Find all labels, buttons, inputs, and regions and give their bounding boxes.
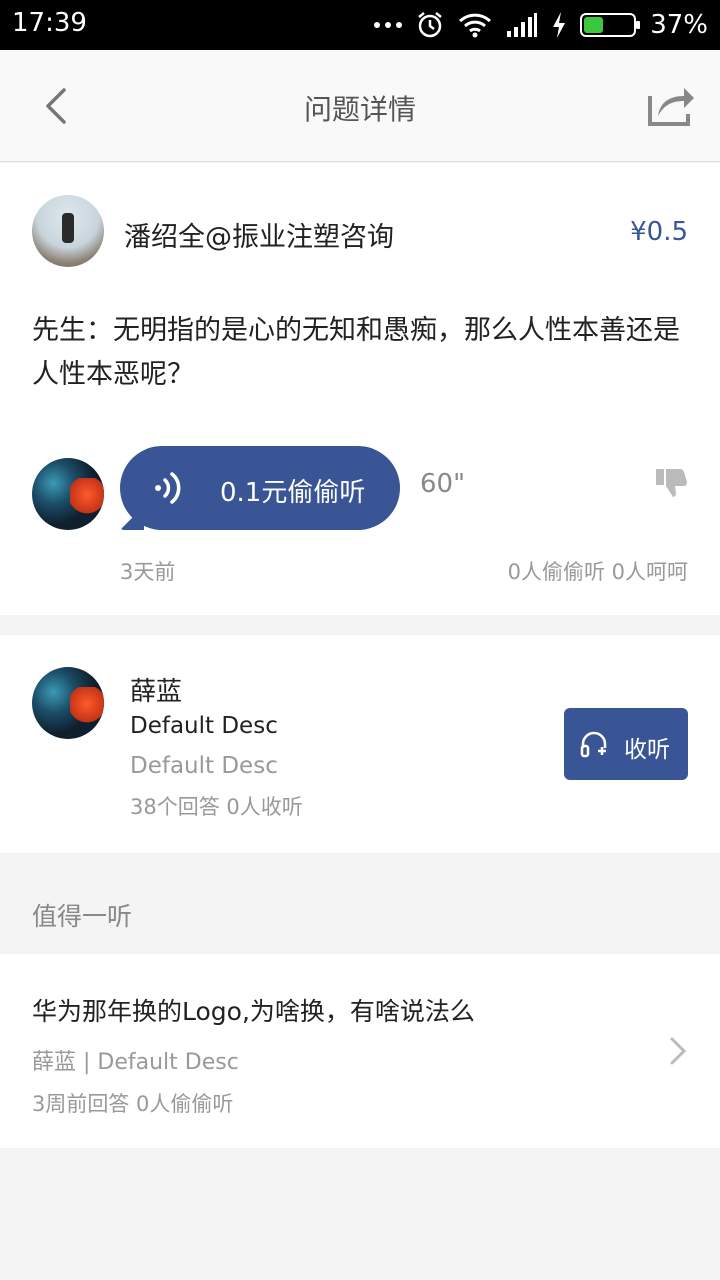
question-text: 先生：无明指的是心的无知和愚痴，那么人性本善还是人性本恶呢？ [32,315,680,390]
voice-answer-button[interactable]: 0.1元偷偷听 [120,446,400,530]
list-item-meta: 3周前回答 0人偷偷听 [32,1092,234,1116]
battery-percent: 37% [650,10,708,40]
asker-avatar[interactable] [32,195,104,267]
voice-answer-label: 0.1元偷偷听 [220,478,366,508]
list-item-title: 华为那年换的Logo,为啥换，有啥说法么 [32,997,475,1026]
status-bar: 17:39 37% [0,0,720,50]
more-dots-icon [374,22,403,28]
answerer-avatar[interactable] [32,458,104,530]
listen-button-label: 收听 [624,737,670,763]
signal-icon [507,13,538,37]
list-item-subtitle: 薛蓝 | Default Desc [32,1050,239,1075]
question-card: 潘绍全@振业注塑咨询 ¥0.5 先生：无明指的是心的无知和愚痴，那么人性本善还是… [0,163,720,615]
listen-button[interactable]: 收听 [564,708,688,780]
expert-desc-secondary: Default Desc [130,753,278,779]
alarm-icon [418,12,442,38]
answer-time: 3天前 [120,560,176,584]
asker-name[interactable]: 潘绍全@振业注塑咨询 [124,215,394,254]
expert-card[interactable]: 薛蓝 Default Desc Default Desc 38个回答 0人收听 … [0,635,720,853]
charging-icon [553,12,566,38]
chevron-right-icon [670,1037,687,1065]
list-item[interactable]: 华为那年换的Logo,为啥换，有啥说法么 薛蓝 | Default Desc 3… [0,954,720,1148]
section-title: 值得一听 [32,902,133,931]
headphones-plus-icon [580,731,607,758]
nav-header: 问题详情 [0,50,720,162]
wifi-icon [459,13,492,38]
share-icon[interactable] [646,82,696,128]
thumbs-down-icon[interactable] [654,465,688,499]
status-time: 17:39 [12,8,87,38]
question-price: ¥0.5 [630,217,688,247]
answer-stats: 0人偷偷听 0人呵呵 [507,560,688,584]
voice-wave-icon [155,472,181,504]
expert-avatar[interactable] [32,667,104,739]
expert-name: 薛蓝 [130,677,183,707]
voice-duration: 60" [420,469,466,499]
status-icons: 37% [374,8,708,42]
expert-stats: 38个回答 0人收听 [130,795,303,819]
page-title: 问题详情 [303,93,416,126]
expert-desc: Default Desc [130,713,278,739]
battery-icon [580,13,641,37]
